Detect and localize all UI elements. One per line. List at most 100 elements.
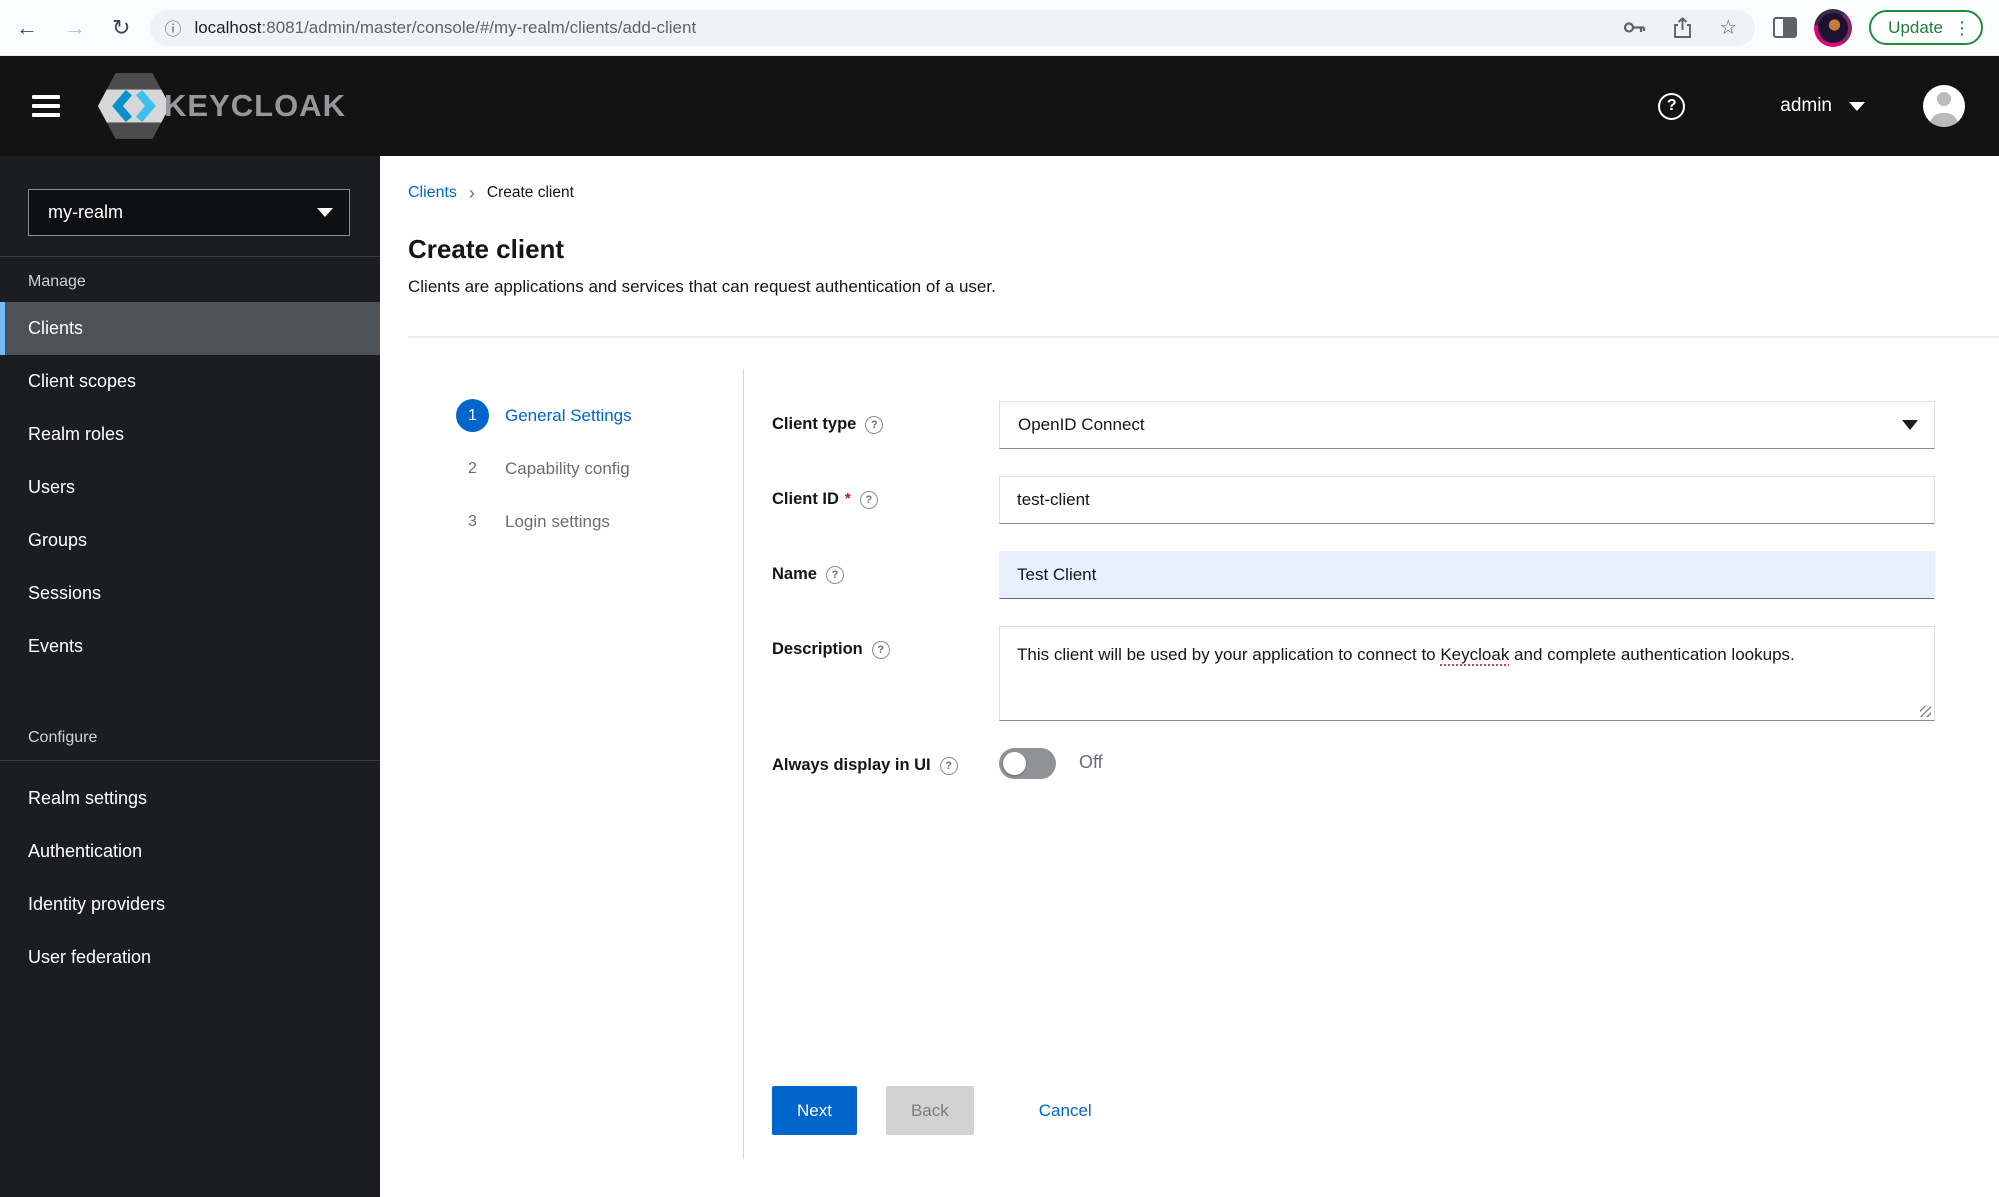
realm-selector[interactable]: my-realm	[28, 189, 350, 236]
url-text[interactable]: localhost:8081/admin/master/console/#/my…	[194, 18, 1623, 38]
page-subtitle: Clients are applications and services th…	[408, 277, 996, 296]
wizard-steps: 1 General Settings 2 Capability config 3…	[380, 338, 743, 1197]
resize-grip[interactable]	[1920, 706, 1931, 717]
username: admin	[1780, 95, 1832, 116]
browser-forward-icon[interactable]: →	[64, 16, 86, 39]
label-text: Client ID	[772, 490, 839, 508]
page-title: Create client	[408, 234, 565, 264]
help-icon[interactable]: ?	[1658, 92, 1686, 120]
label-text: Name	[772, 565, 817, 583]
browser-menu-kebab-icon[interactable]: ⋮	[1953, 19, 1971, 37]
site-info-icon[interactable]: ⓘ	[164, 15, 181, 40]
browser-update-button[interactable]: Update ⋮	[1869, 10, 1983, 45]
brand-text: KEYCLOAK	[164, 88, 346, 123]
always-display-toggle[interactable]	[999, 748, 1056, 779]
sidebar-item-users[interactable]: Users	[0, 461, 380, 514]
chevron-down-icon	[1849, 101, 1865, 111]
client-id-row: Client ID * ?	[772, 476, 1935, 524]
main-content: Clients › Create client Create client Cl…	[380, 156, 1999, 1197]
always-display-label: Always display in UI ?	[772, 748, 999, 799]
wizard-actions: Next Back Cancel	[772, 1086, 1935, 1135]
label-text: Always display in UI	[772, 756, 931, 774]
sidebar-item-authentication[interactable]: Authentication	[0, 825, 380, 878]
help-icon[interactable]: ?	[859, 491, 878, 509]
breadcrumb: Clients › Create client	[408, 183, 1999, 203]
toggle-knob	[1003, 752, 1026, 775]
step-number: 3	[468, 512, 477, 530]
name-label: Name ?	[772, 551, 999, 599]
back-button[interactable]: Back	[885, 1086, 974, 1135]
client-type-select[interactable]: OpenID Connect	[999, 401, 1935, 449]
update-label: Update	[1888, 17, 1943, 37]
sidebar-item-events[interactable]: Events	[0, 620, 380, 673]
client-type-row: Client type ? OpenID Connect	[772, 401, 1935, 449]
step-label: Login settings	[505, 511, 610, 531]
description-row: Description ? This client will be used b…	[772, 626, 1935, 721]
description-textarea[interactable]: This client will be used by your applica…	[999, 626, 1935, 721]
sidebar-item-client-scopes[interactable]: Client scopes	[0, 355, 380, 408]
name-row: Name ?	[772, 551, 1935, 599]
avatar[interactable]	[1923, 85, 1965, 127]
address-bar[interactable]: ⓘ localhost:8081/admin/master/console/#/…	[150, 9, 1756, 46]
required-asterisk: *	[844, 490, 851, 507]
step-number: 1	[456, 399, 489, 432]
help-icon[interactable]: ?	[825, 566, 844, 584]
sidebar-item-realm-roles[interactable]: Realm roles	[0, 408, 380, 461]
manage-nav: Clients Client scopes Realm roles Users …	[0, 302, 380, 673]
client-id-input[interactable]	[999, 476, 1935, 524]
always-display-row: Always display in UI ? Off	[772, 748, 1935, 799]
password-key-icon[interactable]	[1623, 20, 1646, 35]
bookmark-star-icon[interactable]: ☆	[1719, 18, 1737, 38]
cancel-button[interactable]: Cancel	[1019, 1086, 1112, 1135]
chevron-down-icon	[1902, 420, 1918, 430]
label-text: Description	[772, 640, 863, 658]
chevron-down-icon	[317, 208, 333, 217]
client-type-label: Client type ?	[772, 401, 999, 449]
description-text: This client will be used by your applica…	[1017, 645, 1441, 664]
configure-nav: Realm settings Authentication Identity p…	[0, 772, 380, 984]
next-button[interactable]: Next	[772, 1086, 857, 1135]
sidebar-item-clients[interactable]: Clients	[0, 302, 380, 355]
browser-profile-avatar[interactable]	[1814, 8, 1853, 47]
side-panel-icon[interactable]	[1773, 17, 1798, 38]
step-label: Capability config	[505, 458, 630, 478]
user-menu[interactable]: admin	[1780, 95, 1865, 117]
browser-reload-icon[interactable]: ↻	[112, 16, 130, 39]
help-icon[interactable]: ?	[939, 757, 958, 775]
create-client-form: Client type ? OpenID Connect Client ID *	[744, 338, 1999, 1197]
help-icon[interactable]: ?	[865, 416, 884, 434]
keycloak-logo[interactable]: KEYCLOAK	[98, 73, 346, 139]
wizard-step-capability-config[interactable]: 2 Capability config	[456, 442, 743, 495]
nav-section-manage: Manage	[28, 273, 86, 290]
step-label: General Settings	[505, 405, 632, 425]
wizard-step-login-settings[interactable]: 3 Login settings	[456, 495, 743, 548]
spellcheck-word: Keycloak	[1440, 645, 1510, 664]
sidebar-item-realm-settings[interactable]: Realm settings	[0, 772, 380, 825]
sidebar-item-identity-providers[interactable]: Identity providers	[0, 878, 380, 931]
help-icon[interactable]: ?	[871, 641, 890, 659]
sidebar-item-sessions[interactable]: Sessions	[0, 567, 380, 620]
breadcrumb-current: Create client	[486, 184, 574, 201]
breadcrumb-clients-link[interactable]: Clients	[408, 184, 457, 202]
label-text: Client type	[772, 415, 857, 433]
browser-toolbar: ← → ↻ ⓘ localhost:8081/admin/master/cons…	[0, 0, 1999, 56]
client-id-label: Client ID * ?	[772, 476, 999, 524]
sidebar: my-realm Manage Clients Client scopes Re…	[0, 156, 380, 1197]
divider	[0, 760, 380, 761]
sidebar-item-user-federation[interactable]: User federation	[0, 931, 380, 984]
step-number: 2	[468, 459, 477, 477]
client-type-value: OpenID Connect	[1018, 415, 1145, 434]
name-input[interactable]	[999, 551, 1935, 599]
realm-name: my-realm	[48, 202, 123, 222]
wizard-step-general-settings[interactable]: 1 General Settings	[456, 389, 743, 442]
divider	[0, 256, 380, 257]
browser-back-icon[interactable]: ←	[16, 16, 38, 39]
description-text: and complete authentication lookups.	[1509, 645, 1795, 664]
url-path: :8081/admin/master/console/#/my-realm/cl…	[261, 17, 697, 37]
sidebar-item-groups[interactable]: Groups	[0, 514, 380, 567]
nav-toggle-hamburger-icon[interactable]	[32, 90, 60, 122]
share-icon[interactable]	[1673, 16, 1692, 39]
keycloak-logo-icon	[98, 73, 170, 139]
nav-section-configure: Configure	[28, 729, 98, 746]
toggle-state-label: Off	[1079, 752, 1103, 772]
